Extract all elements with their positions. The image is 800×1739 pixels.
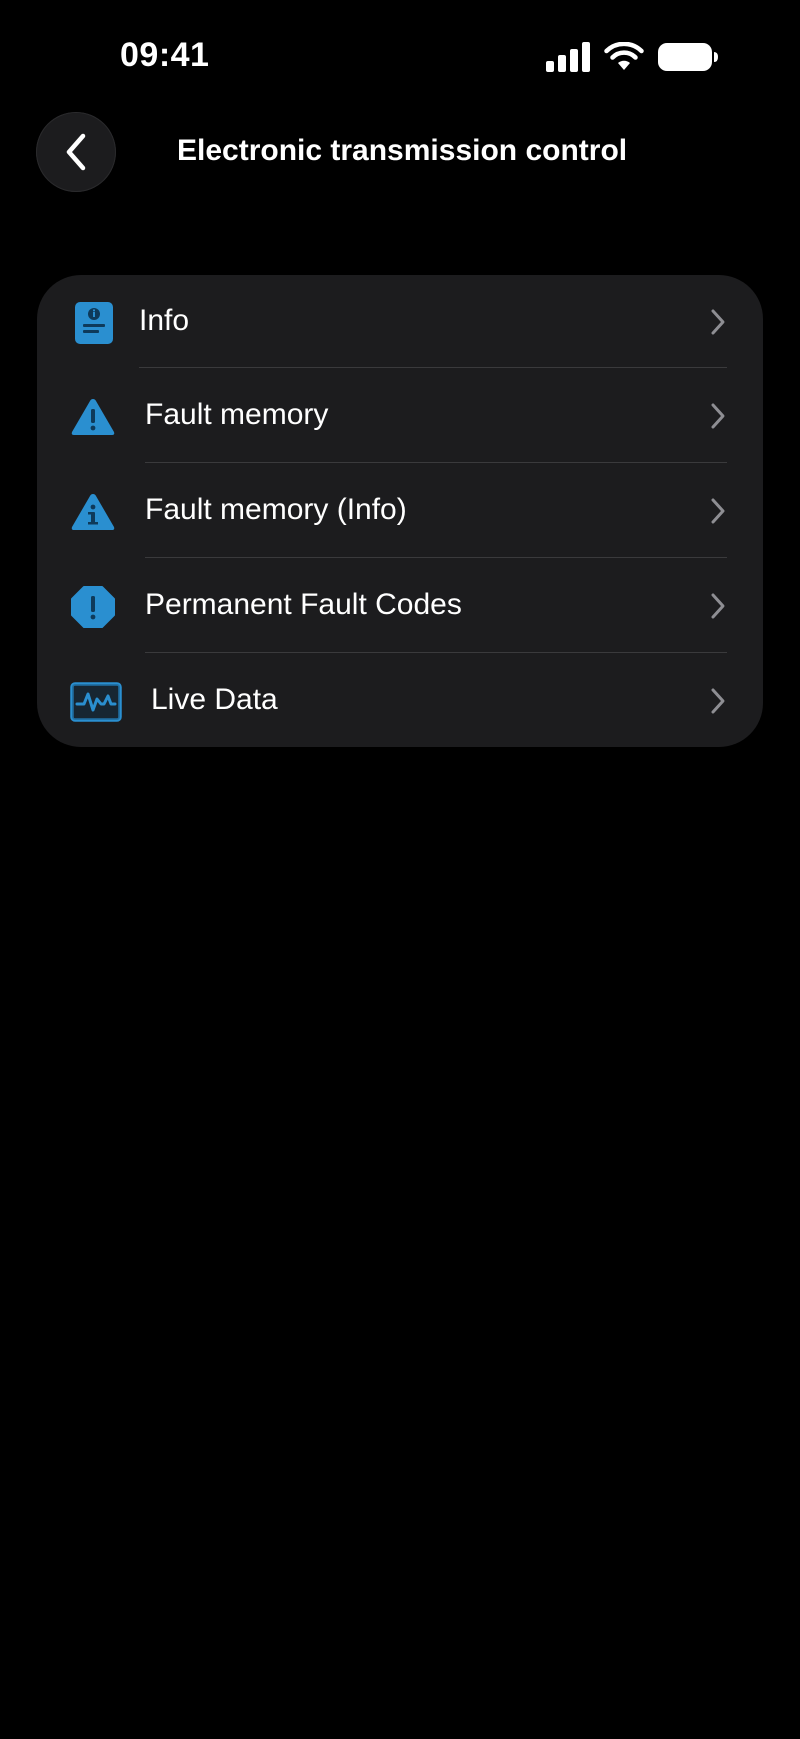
info-triangle-icon	[70, 490, 116, 534]
menu-item-label: Live Data	[151, 683, 278, 716]
menu-item-label: Fault memory (Info)	[145, 493, 407, 526]
info-document-icon	[71, 301, 117, 345]
menu-item-fault-memory[interactable]: Fault memory	[37, 369, 763, 463]
menu-item-permanent-fault-codes[interactable]: Permanent Fault Codes	[37, 559, 763, 653]
menu-item-label: Info	[139, 304, 190, 337]
menu-item-live-data[interactable]: Live Data	[37, 654, 763, 747]
page-title: Electronic transmission control	[177, 134, 628, 167]
chevron-right-icon	[711, 309, 725, 335]
alert-octagon-icon	[70, 585, 116, 629]
menu-item-label: Fault memory	[145, 398, 329, 431]
wifi-icon	[604, 42, 644, 70]
menu-item-info[interactable]: Info	[37, 275, 763, 369]
chevron-right-icon	[711, 688, 725, 714]
cellular-signal-icon	[546, 42, 590, 72]
chevron-right-icon	[711, 403, 725, 429]
status-time: 09:41	[120, 36, 210, 74]
menu-item-label: Permanent Fault Codes	[145, 588, 462, 621]
chevron-right-icon	[711, 593, 725, 619]
status-icons	[546, 42, 718, 72]
status-bar: 09:41	[0, 0, 800, 110]
divider	[145, 652, 727, 653]
chevron-right-icon	[711, 498, 725, 524]
divider	[145, 462, 727, 463]
divider	[139, 367, 727, 368]
menu-item-fault-memory-info[interactable]: Fault memory (Info)	[37, 464, 763, 558]
diagnostics-menu: Info Fault memory Fault memory (Info) Pe…	[37, 275, 763, 747]
navigation-header: Electronic transmission control	[0, 110, 800, 200]
divider	[145, 557, 727, 558]
chevron-left-icon	[66, 133, 86, 171]
battery-icon	[658, 43, 718, 71]
warning-triangle-icon	[70, 395, 116, 439]
back-button[interactable]	[36, 112, 116, 192]
live-data-graph-icon	[70, 680, 122, 724]
